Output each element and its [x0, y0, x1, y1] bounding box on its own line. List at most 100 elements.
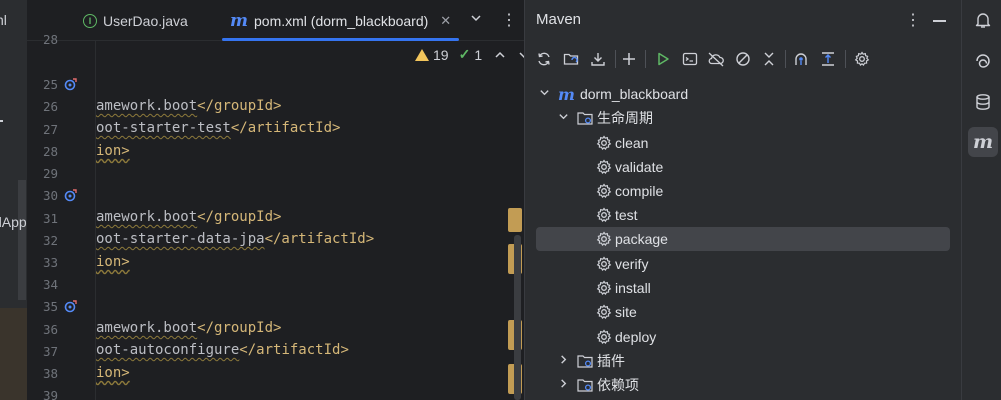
editor-tab-bar: I UserDao.java m pom.xml (dorm_blackboar… — [27, 0, 524, 41]
offline-mode-icon[interactable] — [705, 48, 727, 70]
reload-icon[interactable] — [533, 48, 555, 70]
code-line: amework.boot</groupId> — [96, 98, 282, 114]
goal-compile[interactable]: compile — [536, 179, 950, 203]
chevron-right-icon[interactable] — [557, 354, 569, 368]
tree-project-node[interactable]: m dorm_blackboard — [536, 82, 950, 106]
notifications-bell-icon[interactable] — [968, 5, 998, 35]
toolbar-separator — [645, 50, 646, 68]
chevron-up-icon[interactable] — [494, 49, 506, 61]
navigate-dependency-icon[interactable] — [64, 188, 78, 202]
goal-site[interactable]: site — [536, 300, 950, 324]
tab-userdao[interactable]: I UserDao.java — [83, 0, 188, 41]
add-icon[interactable] — [618, 48, 640, 70]
more-options-icon[interactable]: ⋮ — [501, 10, 517, 30]
lifecycle-folder-icon — [577, 111, 593, 125]
code-area[interactable]: amework.boot</groupId> oot-starter-test<… — [96, 41, 516, 400]
goal-label: compile — [615, 183, 664, 199]
line-number: 35 — [42, 299, 58, 314]
lifecycle-label: 生命周期 — [597, 110, 653, 126]
code-line: ion> — [96, 365, 130, 381]
gear-icon — [596, 183, 612, 199]
goal-label: clean — [615, 135, 649, 151]
project-tool-window-edge: nl dApp — [0, 0, 27, 400]
close-icon[interactable]: ✕ — [440, 13, 451, 29]
tab-fragment[interactable]: nl — [0, 12, 7, 28]
tree-dependencies-node[interactable]: 依赖项 — [536, 373, 950, 397]
goal-label: verify — [615, 256, 649, 272]
more-options-icon[interactable]: ⋮ — [905, 10, 921, 30]
goal-verify[interactable]: verify — [536, 252, 950, 276]
line-number: 29 — [42, 166, 58, 181]
navigate-dependency-icon[interactable] — [64, 299, 78, 313]
gear-icon — [596, 207, 612, 223]
maven-settings-icon[interactable] — [851, 48, 873, 70]
goal-validate[interactable]: validate — [536, 155, 950, 179]
code-line: amework.boot</groupId> — [96, 320, 282, 336]
collapse-icon[interactable] — [758, 48, 780, 70]
line-number: 28 — [42, 144, 58, 159]
goal-clean[interactable]: clean — [536, 131, 950, 155]
gear-icon — [596, 256, 612, 272]
gear-icon — [596, 135, 612, 151]
dependencies-folder-icon — [577, 378, 593, 392]
project-item-fragment[interactable]: dApp — [0, 214, 27, 230]
dependencies-label: 依赖项 — [597, 377, 639, 393]
skip-tests-icon[interactable] — [732, 48, 754, 70]
project-name: dorm_blackboard — [579, 86, 689, 102]
inspection-widget[interactable]: 19 ✓ 1 — [415, 46, 524, 63]
execute-goal-icon[interactable] — [679, 48, 701, 70]
show-dependencies-icon[interactable] — [790, 48, 812, 70]
weak-warning-count: 1 — [474, 46, 483, 63]
database-icon[interactable] — [968, 87, 998, 117]
plugins-label: 插件 — [597, 353, 625, 369]
download-icon[interactable] — [587, 48, 609, 70]
tab-pom-xml[interactable]: m pom.xml (dorm_blackboard) ✕ — [222, 0, 460, 41]
maven-tool-icon[interactable]: m — [968, 127, 998, 157]
gear-icon — [596, 280, 612, 296]
chevron-down-icon[interactable] — [538, 87, 550, 101]
tree-lifecycle-node[interactable]: 生命周期 — [536, 106, 950, 130]
chevron-down-icon[interactable] — [557, 111, 569, 125]
java-class-icon: I — [83, 13, 97, 28]
tree-plugins-node[interactable]: 插件 — [536, 349, 950, 373]
warning-icon — [415, 48, 429, 61]
editor: I UserDao.java m pom.xml (dorm_blackboar… — [27, 0, 524, 400]
line-number: 34 — [42, 277, 58, 292]
line-number: 31 — [42, 211, 58, 226]
chevron-down-icon[interactable] — [470, 12, 482, 27]
weak-warning-icon: ✓ — [458, 46, 471, 62]
line-number: 38 — [42, 366, 58, 381]
minimize-icon[interactable] — [933, 20, 946, 22]
gear-icon — [596, 329, 612, 345]
goal-install[interactable]: install — [536, 276, 950, 300]
chevron-right-icon[interactable] — [557, 378, 569, 392]
run-icon[interactable] — [652, 48, 674, 70]
goal-test[interactable]: test — [536, 203, 950, 227]
generate-sources-icon[interactable] — [560, 48, 582, 70]
tab-label: pom.xml (dorm_blackboard) — [254, 12, 429, 29]
line-number: 25 — [42, 77, 58, 92]
code-line: ion> — [96, 254, 130, 270]
right-tool-strip: m — [961, 0, 1001, 400]
gear-icon — [596, 231, 612, 247]
goal-deploy[interactable]: deploy — [536, 325, 950, 349]
selected-project-band — [0, 308, 27, 400]
line-number: 30 — [42, 188, 58, 203]
maven-m-icon: m — [972, 131, 994, 153]
line-number: 33 — [42, 255, 58, 270]
line-number: 32 — [42, 233, 58, 248]
project-scrollbar[interactable] — [18, 180, 26, 300]
warning-stripe[interactable] — [508, 208, 522, 232]
line-number: 39 — [42, 388, 58, 400]
toolbar-separator — [785, 50, 786, 68]
goal-label: site — [615, 304, 637, 320]
goal-label: validate — [615, 159, 664, 175]
ai-assistant-icon[interactable] — [968, 46, 998, 76]
navigate-dependency-icon[interactable] — [64, 77, 78, 91]
goal-label: deploy — [615, 329, 657, 345]
maven-m-icon: m — [558, 84, 575, 104]
editor-scrollbar[interactable] — [514, 235, 521, 400]
line-gutter: 28 29 25 26 27 28 29 30 31 32 33 34 35 3… — [27, 32, 95, 400]
expand-all-icon[interactable] — [817, 48, 839, 70]
goal-package[interactable]: package — [536, 227, 950, 251]
